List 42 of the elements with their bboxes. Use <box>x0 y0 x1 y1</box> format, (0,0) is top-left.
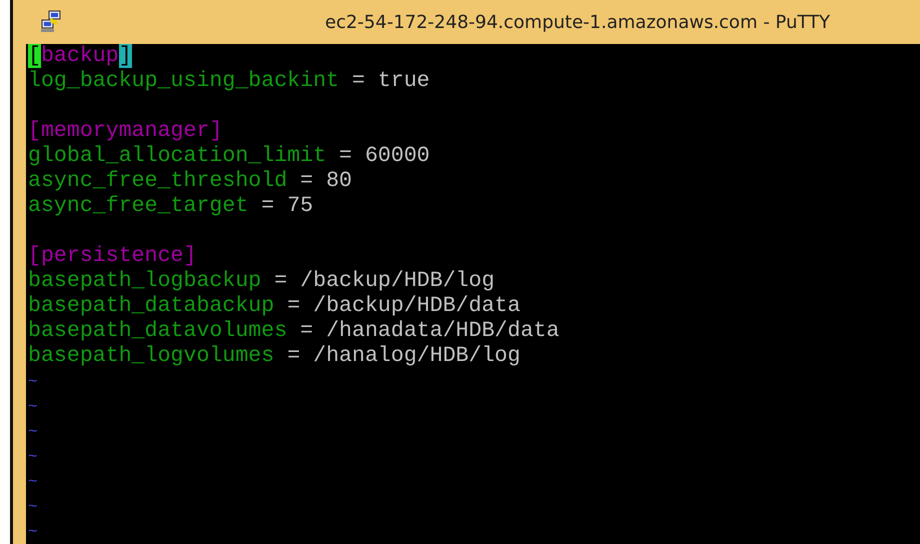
equals-sign: = <box>300 319 314 343</box>
empty-line-tilde: ~ <box>28 398 38 416</box>
bracket: [ <box>28 244 41 268</box>
equals-sign: = <box>352 69 365 93</box>
setting-value: /backup/HDB/data <box>313 294 520 318</box>
computers-icon[interactable] <box>41 10 63 32</box>
empty-line-tilde: ~ <box>28 423 38 441</box>
empty-line-tilde: ~ <box>28 498 38 516</box>
setting-value: /hanalog/HDB/log <box>313 344 520 368</box>
setting-value: 75 <box>287 194 314 218</box>
setting-key: basepath_logvolumes <box>28 344 274 368</box>
section-name: backup <box>40 44 119 68</box>
equals-sign: = <box>261 194 274 218</box>
bracket: [ <box>28 44 41 68</box>
window-title: ec2-54-172-248-94.compute-1.amazonaws.com - PuTTY <box>325 12 830 33</box>
section-name: memorymanager <box>40 119 210 143</box>
setting-key: global_allocation_limit <box>28 144 326 168</box>
equals-sign: = <box>339 144 352 168</box>
bracket: ] <box>118 44 132 68</box>
setting-value: true <box>378 69 430 93</box>
bracket: [ <box>28 119 41 143</box>
bracket: ] <box>209 119 222 143</box>
setting-key: basepath_logbackup <box>28 269 262 293</box>
equals-sign: = <box>287 344 300 368</box>
empty-line-tilde: ~ <box>28 373 38 391</box>
setting-key: async_free_threshold <box>28 169 288 193</box>
setting-key: basepath_databackup <box>28 294 274 318</box>
bracket: ] <box>184 244 196 268</box>
setting-value: /backup/HDB/log <box>300 269 495 293</box>
setting-value: 60000 <box>364 144 430 168</box>
empty-line-tilde: ~ <box>28 523 38 541</box>
equals-sign: = <box>274 269 288 293</box>
equals-sign: = <box>300 169 314 193</box>
section-name: persistence <box>40 244 184 268</box>
setting-value: /hanadata/HDB/data <box>326 319 560 343</box>
setting-key: basepath_datavolumes <box>28 319 288 343</box>
empty-line-tilde: ~ <box>28 448 38 466</box>
empty-line-tilde: ~ <box>28 473 38 491</box>
setting-value: 80 <box>326 169 352 193</box>
setting-key: log_backup_using_backint <box>28 69 340 93</box>
setting-key: async_free_target <box>28 194 248 218</box>
equals-sign: = <box>287 294 300 318</box>
